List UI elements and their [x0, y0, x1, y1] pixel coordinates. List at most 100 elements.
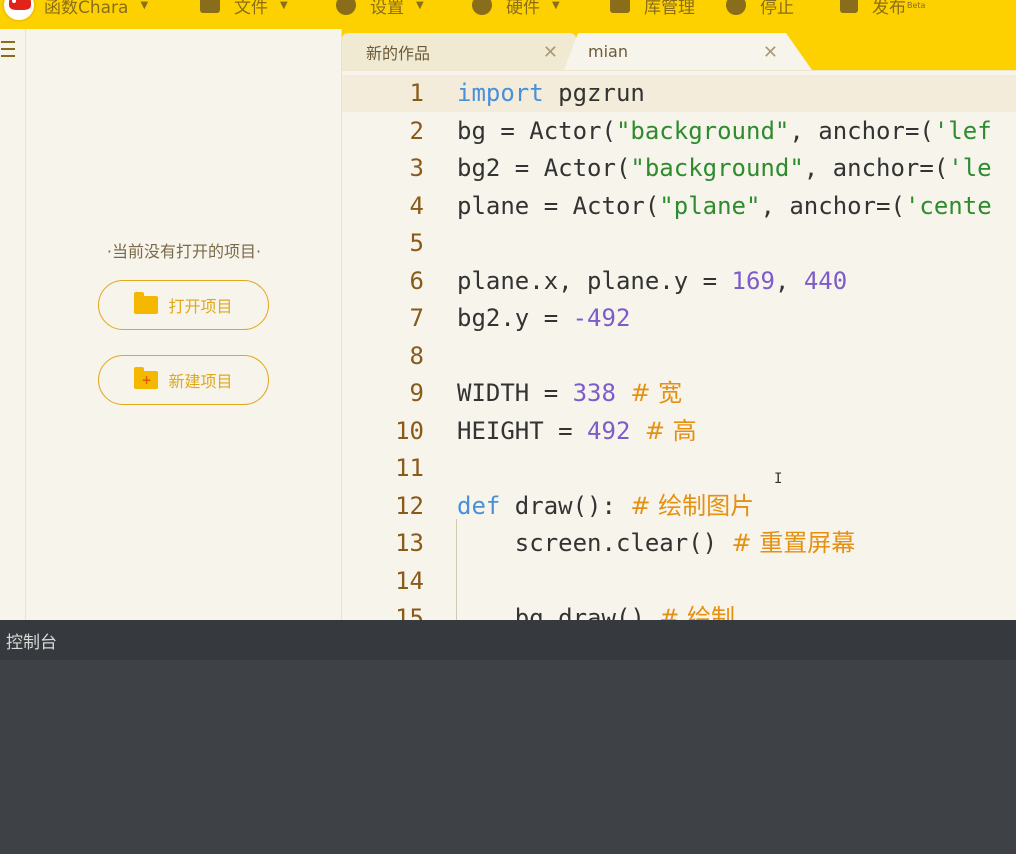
menu-library[interactable]: 库管理	[610, 0, 695, 18]
code-line[interactable]: 3 bg2 = Actor("background", anchor=('le	[342, 150, 1016, 187]
code-token: 'lef	[933, 116, 992, 145]
line-number: 14	[395, 566, 424, 595]
code-token: HEIGHT =	[457, 416, 588, 445]
code-line[interactable]: 5	[342, 225, 1016, 262]
code-token: ,	[774, 266, 804, 295]
open-project-label: 打开项目	[168, 297, 233, 316]
code-token: # 重置屏幕	[731, 529, 856, 557]
code-editor[interactable]: I 1 import pgzrun 2 bg = Actor("background"…	[342, 70, 1016, 620]
line-number: 11	[395, 454, 424, 482]
beta-badge: Beta	[907, 0, 926, 10]
code-token: 440	[803, 266, 848, 295]
code-text: bg2.y = -492	[457, 300, 630, 337]
close-icon[interactable]: ✕	[543, 42, 558, 63]
code-line[interactable]: 9 WIDTH = 338 # 宽	[342, 375, 1016, 412]
menu-publish[interactable]: 发布 Beta	[840, 0, 926, 18]
code-line[interactable]: 1 import pgzrun	[342, 75, 1016, 112]
hardware-icon	[472, 0, 492, 15]
code-token: 169	[731, 266, 775, 295]
code-token: def	[457, 491, 501, 520]
code-line[interactable]: 7 bg2.y = -492	[342, 300, 1016, 337]
line-number: 7	[409, 304, 424, 332]
menu-stop-label: 停止	[760, 0, 794, 18]
code-token: bg2 = Actor(	[457, 154, 631, 182]
line-number: 6	[409, 266, 424, 295]
code-token: bg.draw()	[457, 604, 660, 620]
app-menu[interactable]: 函数Chara ▼	[44, 0, 149, 18]
code-token: "plane"	[659, 191, 761, 220]
code-token: , anchor=(	[789, 116, 934, 145]
chevron-down-icon: ▼	[280, 0, 288, 11]
code-line[interactable]: 10 HEIGHT = 492 # 高	[342, 413, 1016, 450]
line-number: 4	[409, 191, 424, 220]
gear-icon	[336, 0, 356, 15]
code-token: plane = Actor(	[457, 191, 660, 220]
left-strip	[0, 29, 26, 620]
code-token: bg = Actor(	[457, 116, 616, 145]
console-title: 控制台	[0, 620, 1016, 660]
code-text: bg = Actor("background", anchor=('lef	[457, 113, 992, 150]
menu-hardware-label: 硬件	[506, 0, 540, 18]
code-token: 'le	[948, 154, 992, 182]
code-text: bg.draw() # 绘制	[457, 600, 735, 620]
code-line[interactable]: 15 bg.draw() # 绘制	[342, 600, 1016, 620]
line-number: 15	[395, 604, 424, 620]
code-token: # 绘制图片	[630, 491, 755, 520]
code-text: screen.clear() # 重置屏幕	[457, 525, 856, 562]
code-line[interactable]: 13 screen.clear() # 重置屏幕	[342, 525, 1016, 562]
tab-mian[interactable]: mian ✕	[564, 33, 812, 70]
code-line[interactable]: 8	[342, 338, 1016, 375]
code-token: "background"	[615, 116, 790, 145]
project-panel: ·当前没有打开的项目· 打开项目 + 新建项目	[26, 29, 342, 620]
code-line[interactable]: 12 def draw(): # 绘制图片	[342, 488, 1016, 525]
code-token: 'cente	[904, 191, 992, 220]
code-line[interactable]: 4 plane = Actor("plane", anchor=('cente	[342, 188, 1016, 225]
line-number: 13	[395, 529, 424, 557]
new-project-button[interactable]: + 新建项目	[98, 355, 269, 405]
menu-file-label: 文件	[234, 0, 268, 18]
code-token: # 绘制	[659, 604, 736, 620]
menu-file[interactable]: 文件 ▼	[200, 0, 288, 18]
library-icon	[610, 0, 630, 13]
hamburger-menu-icon[interactable]	[1, 41, 15, 62]
chevron-down-icon: ▼	[416, 0, 424, 11]
new-project-label: 新建项目	[168, 372, 233, 391]
code-line[interactable]: 6 plane.x, plane.y = 169, 440	[342, 263, 1016, 300]
menu-bar: 函数Chara ▼ 文件 ▼ 设置 ▼ 硬件 ▼ 库管理 停止 发布 Beta	[0, 0, 1016, 29]
code-line[interactable]: 2 bg = Actor("background", anchor=('lef	[342, 113, 1016, 150]
line-number: 12	[395, 491, 424, 520]
menu-stop[interactable]: 停止	[726, 0, 794, 18]
code-line[interactable]: 11	[342, 450, 1016, 487]
code-text: import pgzrun	[457, 75, 645, 112]
close-icon[interactable]: ✕	[763, 42, 778, 63]
menu-hardware[interactable]: 硬件 ▼	[472, 0, 560, 18]
line-number: 9	[409, 379, 424, 407]
code-token: WIDTH =	[457, 379, 573, 407]
chevron-down-icon: ▼	[140, 0, 149, 11]
code-text: WIDTH = 338 # 宽	[457, 375, 682, 412]
line-number: 8	[409, 341, 424, 370]
chevron-down-icon: ▼	[552, 0, 560, 11]
code-token: pgzrun	[543, 79, 645, 107]
no-project-message: ·当前没有打开的项目·	[106, 242, 262, 261]
code-text: HEIGHT = 492 # 高	[457, 413, 697, 450]
code-token: # 宽	[630, 379, 683, 407]
code-line[interactable]: 14	[342, 563, 1016, 600]
code-token: , anchor=(	[760, 191, 905, 220]
tab-new-work[interactable]: 新的作品 ✕	[342, 33, 576, 70]
code-token: bg2.y =	[457, 304, 573, 332]
code-token: draw():	[500, 491, 631, 520]
menu-library-label: 库管理	[644, 0, 695, 18]
code-token: import	[457, 79, 544, 107]
open-project-button[interactable]: 打开项目	[98, 280, 269, 330]
code-token: "background"	[630, 154, 804, 182]
menu-settings[interactable]: 设置 ▼	[336, 0, 424, 18]
code-text: plane.x, plane.y = 169, 440	[457, 263, 847, 300]
app-logo-icon[interactable]	[2, 0, 36, 22]
tab-bar: 新的作品 ✕ mian ✕	[342, 29, 1016, 70]
line-number: 3	[409, 154, 424, 182]
publish-icon	[840, 0, 858, 13]
tab-label: 新的作品	[366, 43, 431, 63]
